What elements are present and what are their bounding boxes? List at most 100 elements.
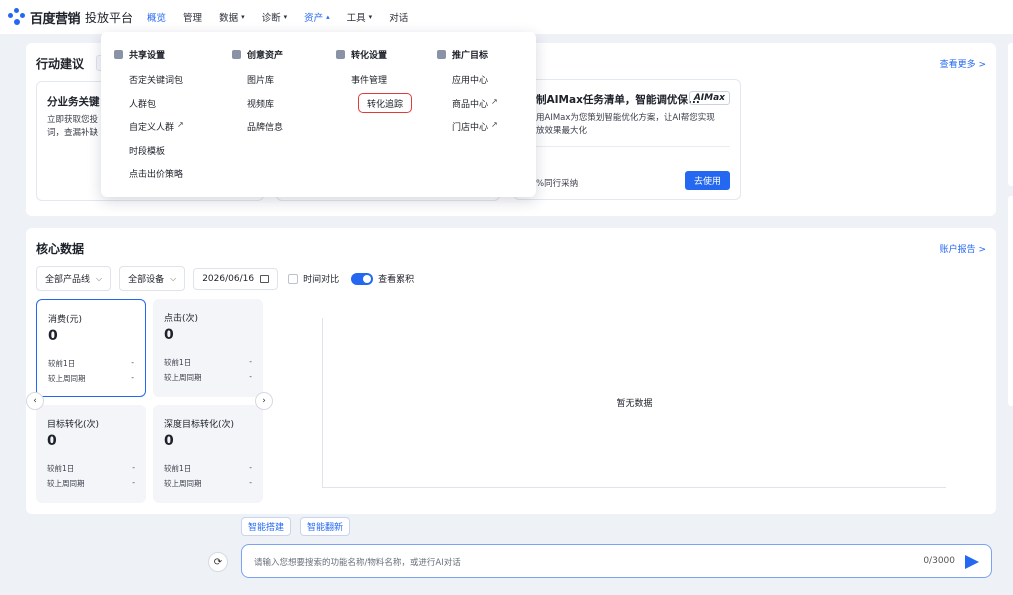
trend-chart: 暂无数据 <box>322 318 946 488</box>
product-line-select[interactable]: 全部产品线 ⌵ <box>36 266 112 291</box>
compare-value: - <box>249 372 252 381</box>
compare-value: - <box>249 478 252 487</box>
compare-label: 较上周同期 <box>164 373 202 382</box>
nav-label: 概览 <box>147 13 167 24</box>
nav-item-6[interactable]: 对话 <box>389 10 408 24</box>
date-picker[interactable]: 2026/06/16 <box>193 267 279 290</box>
dropdown-menu-item[interactable]: 自定义人群 ↗ <box>129 120 184 144</box>
metric-card[interactable]: 点击(次) 0 较前1日 - 较上周同期 - <box>153 299 263 397</box>
no-data-text: 暂无数据 <box>616 399 653 409</box>
metric-card[interactable]: 消费(元) 0 较前1日 - 较上周同期 - <box>36 299 146 397</box>
dropdown-menu-item[interactable]: 点击出价策略 <box>129 167 184 191</box>
group-title: 推广目标 <box>452 51 489 61</box>
account-report-link[interactable]: 账户报告 > <box>940 242 986 255</box>
dropdown-menu-item[interactable]: 转化追踪 <box>351 92 413 121</box>
compare-label: 较前1日 <box>47 464 75 473</box>
nav-item-3[interactable]: 诊断 ▾ <box>262 10 288 24</box>
nav-label: 对话 <box>389 13 409 24</box>
group-icon <box>232 50 241 59</box>
compare-value: - <box>249 357 252 366</box>
smart-renew-button[interactable]: 智能翻新 <box>300 517 351 536</box>
assets-dropdown-menu: 共享设置否定关键词包人群包 自定义人群 ↗ 时段模板点击出价策略 创意资产图片库视频库品… <box>101 32 536 197</box>
menu-item-label: 否定关键词包 <box>129 76 184 86</box>
device-select[interactable]: 全部设备 ⌵ <box>119 266 186 291</box>
menu-item-label: 应用中心 <box>452 76 489 86</box>
date-value: 2026/06/16 <box>202 273 255 284</box>
group-icon <box>114 50 123 59</box>
nav-label: 资产 <box>304 13 324 24</box>
chevron-right-icon[interactable]: › <box>255 392 273 410</box>
cumulative-toggle[interactable] <box>351 272 374 285</box>
menu-item-label: 转化追踪 <box>358 92 413 113</box>
side-panel-edge <box>1008 43 1013 186</box>
refresh-icon[interactable]: ⟳ <box>208 552 228 572</box>
dropdown-menu-item[interactable]: 时段模板 <box>129 144 184 168</box>
dropdown-menu-item[interactable]: 门店中心 ↗ <box>452 120 498 144</box>
menu-item-label: 门店中心 <box>452 123 489 133</box>
dropdown-column-0: 共享设置否定关键词包人群包 自定义人群 ↗ 时段模板点击出价策略 <box>114 48 184 191</box>
external-link-icon: ↗ <box>177 120 184 129</box>
char-count: 0/3000 <box>923 556 955 566</box>
side-panel-edge <box>1008 196 1013 406</box>
use-button[interactable]: 去使用 <box>684 171 730 190</box>
caret-up-icon: ▴ <box>326 13 330 21</box>
ai-search-input[interactable]: 请输入您想要搜索的功能名称/物料名称，或进行AI对话 0/3000 <box>241 544 992 578</box>
nav-item-2[interactable]: 数据 ▾ <box>219 10 245 24</box>
nav-item-0[interactable]: 概览 <box>147 10 166 24</box>
cumulative-label: 查看累积 <box>378 275 415 285</box>
metric-compare-row: 较前1日 - <box>48 358 134 369</box>
group-title: 创意资产 <box>247 51 284 61</box>
dropdown-column-3: 推广目标应用中心商品中心 ↗ 门店中心 ↗ <box>437 48 498 144</box>
chevron-left-icon[interactable]: ‹ <box>26 392 44 410</box>
compare-value: - <box>132 463 135 472</box>
dropdown-menu-item[interactable]: 人群包 <box>129 97 184 121</box>
compare-label: 较上周同期 <box>47 479 85 488</box>
nav-item-5[interactable]: 工具 ▾ <box>347 10 373 24</box>
metric-card[interactable]: 目标转化(次) 0 较前1日 - 较上周同期 - <box>36 405 146 503</box>
smart-build-button[interactable]: 智能搭建 <box>241 517 292 536</box>
divider <box>536 146 730 147</box>
nav-item-1[interactable]: 管理 <box>183 10 202 24</box>
metric-value: 0 <box>48 328 58 344</box>
compare-label: 较前1日 <box>48 359 76 368</box>
nav-item-4[interactable]: 资产 ▴ <box>304 10 330 24</box>
menu-item-label: 商品中心 <box>452 99 489 110</box>
menu-item-label: 品牌信息 <box>247 123 284 133</box>
suggestion-card-aimax[interactable]: 制AIMax任务清单，智能调优保... AIMax 用AIMax为您策划智能优化… <box>513 79 741 200</box>
time-compare-checkbox[interactable] <box>288 273 299 284</box>
metric-label: 目标转化(次) <box>47 420 100 430</box>
group-icon <box>336 50 345 59</box>
compare-value: - <box>131 373 134 382</box>
brand-logo[interactable]: 百度营销 投放平台 <box>8 8 133 27</box>
baidu-paw-icon <box>8 8 26 26</box>
dropdown-menu-item[interactable]: 品牌信息 <box>247 120 283 144</box>
calendar-icon <box>260 274 270 283</box>
metric-label: 点击(次) <box>164 314 199 324</box>
menu-item-label: 图片库 <box>247 76 275 86</box>
dropdown-menu-item[interactable]: 应用中心 <box>452 73 498 97</box>
menu-item-label: 时段模板 <box>129 146 166 157</box>
compare-value: - <box>249 463 252 472</box>
group-icon <box>437 50 446 59</box>
group-title: 共享设置 <box>129 51 166 61</box>
brand-name: 百度营销 <box>30 11 81 27</box>
metric-compare-row: 较上周同期 - <box>48 373 134 384</box>
nav-label: 诊断 <box>261 13 281 24</box>
core-filters: 全部产品线 ⌵ 全部设备 ⌵ 2026/06/16 时间对比 查看累积 <box>36 266 414 291</box>
caret-down-icon: ▾ <box>283 13 288 21</box>
compare-value: - <box>132 478 135 487</box>
view-more-link[interactable]: 查看更多 > <box>940 57 986 70</box>
metric-compare-row: 较上周同期 - <box>164 478 252 489</box>
compare-label: 较前1日 <box>164 464 192 473</box>
ai-input-placeholder: 请输入您想要搜索的功能名称/物料名称，或进行AI对话 <box>254 558 461 568</box>
metric-card[interactable]: 深度目标转化(次) 0 较前1日 - 较上周同期 - <box>153 405 263 503</box>
nav-label: 工具 <box>346 13 366 24</box>
nav-label: 数据 <box>219 13 239 24</box>
metric-compare-row: 较上周同期 - <box>47 478 135 489</box>
dropdown-menu-item[interactable]: 商品中心 ↗ <box>452 97 498 121</box>
dropdown-group-heading: 共享设置 <box>114 48 184 61</box>
dropdown-menu-item[interactable]: 否定关键词包 <box>129 73 184 97</box>
dropdown-menu-item[interactable]: 图片库 <box>247 73 283 97</box>
dropdown-menu-item[interactable]: 视频库 <box>247 97 283 121</box>
send-icon[interactable] <box>965 555 979 569</box>
